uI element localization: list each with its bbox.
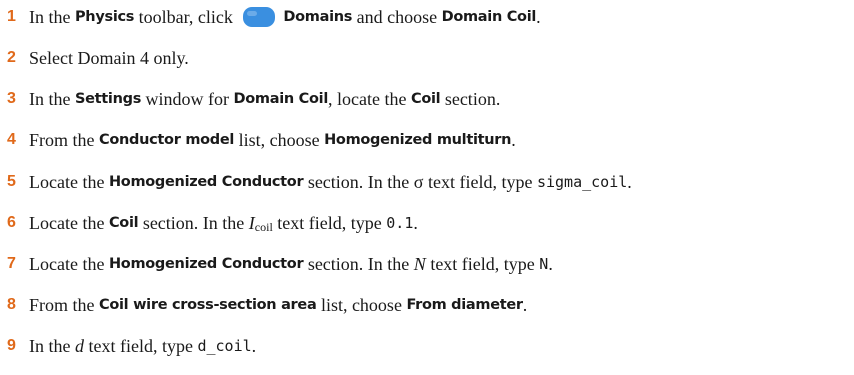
step-text: . xyxy=(548,253,553,274)
step-4: 4 From the Conductor model list, choose … xyxy=(7,125,516,155)
homogenized-conductor-label: Homogenized Conductor xyxy=(108,256,304,272)
from-diameter-label: From diameter xyxy=(406,297,523,313)
code-value: d_coil xyxy=(197,337,252,355)
step-text: . xyxy=(536,6,541,27)
homogenized-conductor-label: Homogenized Conductor xyxy=(108,174,304,190)
step-text: , locate the xyxy=(328,88,411,109)
step-2: 2 Select Domain 4 only. xyxy=(7,43,189,73)
step-text: . xyxy=(251,335,257,356)
coil-section-label: Coil xyxy=(108,215,139,231)
step-6: 6 Locate the Coil section. In the Icoil … xyxy=(7,208,418,238)
step-text: text field, type xyxy=(83,335,198,356)
step-text: and choose xyxy=(352,6,442,27)
step-text: . xyxy=(627,171,632,192)
step-text: section. xyxy=(440,88,501,109)
code-value: 0.1 xyxy=(386,214,414,232)
step-text: section. In the σ text field, type xyxy=(303,171,537,192)
step-number: 5 xyxy=(7,173,16,190)
step-text: section. In the xyxy=(138,212,249,233)
step-text: window for xyxy=(141,88,234,109)
physics-toolbar-label: Physics xyxy=(74,9,135,25)
step-8: 8 From the Coil wire cross-section area … xyxy=(7,290,527,320)
conductor-model-label: Conductor model xyxy=(99,132,235,148)
domain-coil-label: Domain Coil xyxy=(233,91,329,107)
step-number: 1 xyxy=(7,8,16,25)
step-text: From the xyxy=(29,129,99,150)
step-1: 1 In the Physics toolbar, click Domains … xyxy=(7,2,541,32)
step-3: 3 In the Settings window for Domain Coil… xyxy=(7,84,500,114)
step-text: toolbar, click xyxy=(134,6,238,27)
step-9: 9 In the d text field, type d_coil . xyxy=(7,331,256,361)
code-value: sigma_coil xyxy=(536,173,628,191)
instruction-steps: 1 In the Physics toolbar, click Domains … xyxy=(0,0,854,375)
code-value: N xyxy=(539,255,549,273)
step-text: Locate the xyxy=(29,253,109,274)
step-number: 8 xyxy=(7,296,16,313)
step-text: text field, type xyxy=(425,253,540,274)
step-number: 3 xyxy=(7,90,16,107)
math-variable: d xyxy=(74,335,84,356)
step-text: text field, type xyxy=(272,212,387,233)
step-text: list, choose xyxy=(234,129,325,150)
step-text: From the xyxy=(29,294,99,315)
step-text: Select Domain 4 only. xyxy=(29,47,189,68)
coil-section-label: Coil xyxy=(410,91,441,107)
step-number: 6 xyxy=(7,214,16,231)
math-subscript: coil xyxy=(254,219,273,234)
domain-coil-label: Domain Coil xyxy=(441,9,537,25)
step-number: 7 xyxy=(7,255,16,272)
math-variable: N xyxy=(413,253,426,274)
step-text: Locate the xyxy=(29,212,109,233)
step-text: In the xyxy=(29,335,75,356)
step-7: 7 Locate the Homogenized Conductor secti… xyxy=(7,249,553,279)
step-text: . xyxy=(522,294,528,315)
step-text: Locate the xyxy=(29,171,109,192)
step-text: In the xyxy=(29,6,75,27)
settings-window-label: Settings xyxy=(74,91,142,107)
coil-wire-cross-section-label: Coil wire cross-section area xyxy=(99,297,317,313)
domains-icon xyxy=(243,7,276,27)
step-text: . xyxy=(413,212,418,233)
step-text: section. In the xyxy=(303,253,414,274)
step-text: . xyxy=(511,129,516,150)
domains-button-label: Domains xyxy=(283,9,353,25)
step-number: 9 xyxy=(7,337,16,354)
step-5: 5 Locate the Homogenized Conductor secti… xyxy=(7,167,632,197)
homogenized-multiturn-label: Homogenized multiturn xyxy=(324,132,512,148)
step-text: list, choose xyxy=(316,294,407,315)
step-number: 4 xyxy=(7,131,16,148)
step-number: 2 xyxy=(7,49,16,66)
step-text: In the xyxy=(29,88,75,109)
